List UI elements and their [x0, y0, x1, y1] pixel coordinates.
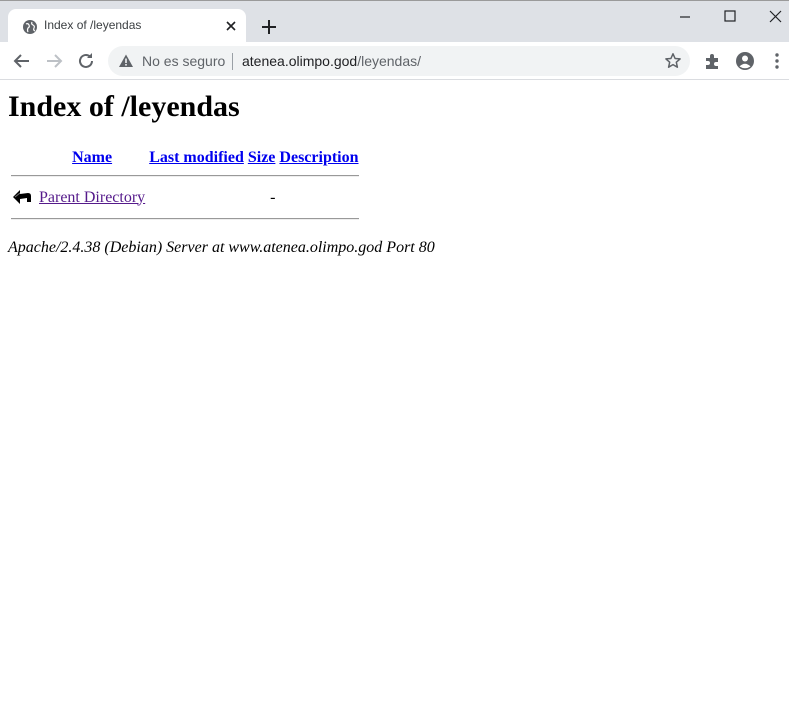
sort-by-name-link[interactable]: Name — [72, 149, 112, 166]
sort-by-description-link[interactable]: Description — [279, 149, 358, 166]
url-text[interactable]: atenea.olimpo.god/leyendas/ — [242, 53, 421, 69]
url-host: atenea.olimpo.god — [242, 53, 358, 69]
divider — [11, 218, 359, 220]
close-icon[interactable] — [224, 19, 238, 33]
browser-toolbar: No es seguro atenea.olimpo.god/leyendas/ — [0, 42, 789, 80]
server-signature: Apache/2.4.38 (Debian) Server at www.ate… — [8, 239, 435, 256]
tab-active[interactable]: Index of /leyendas — [8, 9, 246, 43]
row-icon-cell — [10, 184, 36, 211]
table-header-row: Name Last modified Size Description — [10, 148, 360, 168]
tab-strip: Index of /leyendas — [0, 0, 789, 43]
url-path: /leyendas/ — [357, 53, 422, 69]
separator-row — [10, 213, 360, 225]
row-description-cell — [278, 184, 359, 211]
description-column-header: Description — [278, 148, 359, 168]
arrow-left-icon[interactable] — [11, 50, 33, 72]
table-row: Parent Directory - — [10, 184, 360, 211]
star-icon[interactable] — [664, 52, 682, 70]
sort-by-size-link[interactable]: Size — [248, 149, 276, 166]
row-last-modified-cell — [148, 184, 245, 211]
page-content: Index of /leyendas Name Last modified Si… — [8, 80, 781, 257]
arrow-right-icon[interactable] — [43, 50, 65, 72]
security-label[interactable]: No es seguro — [142, 53, 225, 69]
account-icon[interactable] — [735, 51, 755, 71]
directory-listing: Name Last modified Size Description Pare… — [8, 146, 362, 227]
tab-title: Index of /leyendas — [44, 18, 142, 32]
back-arrow-icon[interactable] — [11, 185, 33, 205]
icon-column-header — [10, 148, 36, 168]
reload-icon[interactable] — [75, 50, 97, 72]
separator-row — [10, 170, 360, 182]
sort-by-last-modified-link[interactable]: Last modified — [149, 149, 244, 166]
page-title: Index of /leyendas — [8, 90, 240, 123]
puzzle-icon[interactable] — [703, 51, 723, 71]
row-name-cell: Parent Directory — [38, 184, 146, 211]
kebab-menu-icon[interactable] — [767, 51, 787, 71]
address-bar[interactable]: No es seguro atenea.olimpo.god/leyendas/ — [108, 46, 690, 76]
name-column-header: Name — [38, 148, 146, 168]
window-close-icon[interactable] — [766, 7, 786, 27]
plus-icon[interactable] — [260, 18, 278, 36]
size-column-header: Size — [247, 148, 277, 168]
maximize-icon[interactable] — [720, 7, 740, 27]
warning-icon[interactable] — [118, 53, 134, 69]
divider — [11, 175, 359, 177]
parent-directory-link[interactable]: Parent Directory — [39, 189, 145, 206]
row-size-cell: - — [270, 188, 276, 206]
omnibox-divider — [232, 53, 233, 70]
last-modified-column-header: Last modified — [148, 148, 245, 168]
minimize-icon[interactable] — [675, 7, 695, 27]
globe-icon — [23, 20, 37, 34]
